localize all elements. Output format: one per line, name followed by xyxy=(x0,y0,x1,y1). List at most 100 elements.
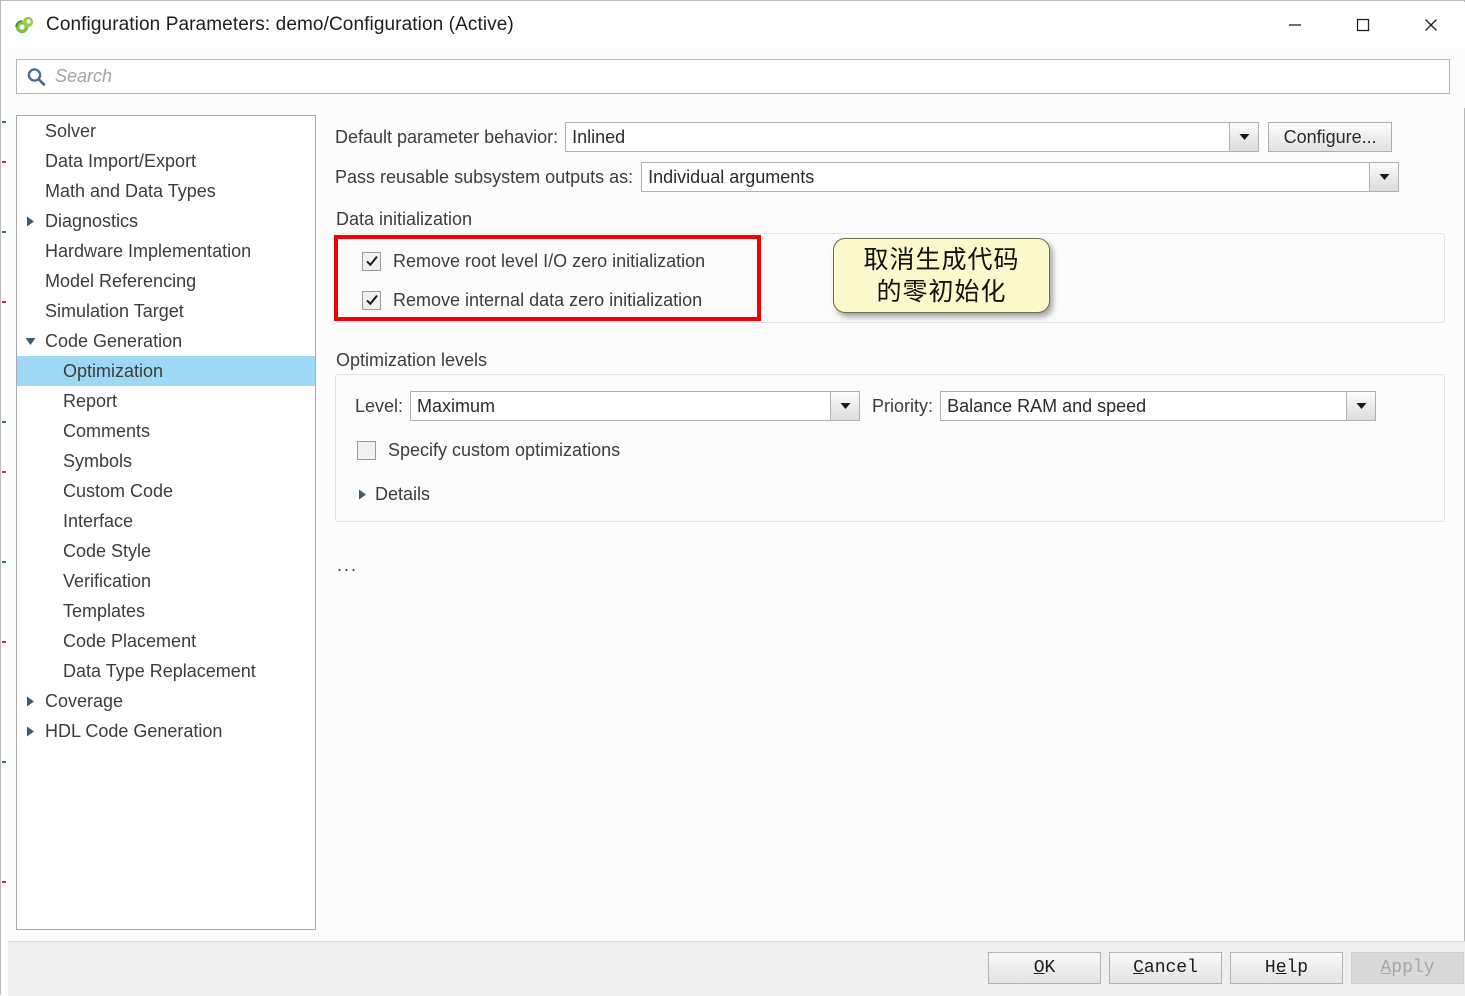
apply-button[interactable]: Apply xyxy=(1351,952,1464,984)
search-icon xyxy=(17,66,55,88)
tree-item-code-generation[interactable]: Code Generation xyxy=(17,326,315,356)
close-button[interactable] xyxy=(1397,2,1465,47)
data-initialization-title: Data initialization xyxy=(336,209,473,229)
default-parameter-behavior-combobox[interactable]: Inlined xyxy=(565,122,1260,152)
cancel-button[interactable]: Cancel xyxy=(1109,952,1222,984)
tree-item-label: Model Referencing xyxy=(45,270,197,291)
tree-item-model-referencing[interactable]: Model Referencing xyxy=(17,266,315,296)
tree-item-hardware-implementation[interactable]: Hardware Implementation xyxy=(17,236,315,266)
tree-item-label: Simulation Target xyxy=(45,300,184,321)
default-parameter-behavior-label: Default parameter behavior: xyxy=(335,126,559,147)
tree-item-label: Data Type Replacement xyxy=(63,660,256,681)
specify-custom-optimizations-row[interactable]: Specify custom optimizations xyxy=(357,435,1444,465)
tree-item-label: Templates xyxy=(63,600,146,621)
tree-item-label: Code Generation xyxy=(45,330,183,351)
tree-item-verification[interactable]: Verification xyxy=(17,566,315,596)
triangle-down-icon[interactable] xyxy=(17,337,43,346)
tree-item-data-import-export[interactable]: Data Import/Export xyxy=(17,146,315,176)
tree-item-label: Custom Code xyxy=(63,480,174,501)
edge-artifact-strip xyxy=(1,1,8,996)
optimization-level-value: Maximum xyxy=(417,395,496,416)
chevron-down-icon[interactable] xyxy=(1229,123,1259,151)
tree-item-label: Comments xyxy=(63,420,151,441)
simulink-logo-icon xyxy=(14,14,36,36)
optimization-level-combobox[interactable]: Maximum xyxy=(410,391,861,421)
remove-internal-data-zero-init-checkbox[interactable] xyxy=(362,290,381,310)
tree-item-diagnostics[interactable]: Diagnostics xyxy=(17,206,315,236)
tree-item-label: HDL Code Generation xyxy=(45,720,223,741)
configure-button[interactable]: Configure... xyxy=(1268,122,1393,152)
remove-internal-data-zero-init-label: Remove internal data zero initialization xyxy=(393,289,703,310)
tree-item-label: Report xyxy=(63,390,118,411)
dialog-footer: OK Cancel He lp Apply xyxy=(2,941,1465,996)
tree-item-math-and-data-types[interactable]: Math and Data Types xyxy=(17,176,315,206)
tree-item-templates[interactable]: Templates xyxy=(17,596,315,626)
tree-item-interface[interactable]: Interface xyxy=(17,506,315,536)
pass-reusable-subsystem-outputs-label: Pass reusable subsystem outputs as: xyxy=(335,166,634,187)
ok-button[interactable]: OK xyxy=(988,952,1101,984)
specify-custom-optimizations-label: Specify custom optimizations xyxy=(388,439,621,460)
tree-item-label: Verification xyxy=(63,570,152,591)
tree-item-coverage[interactable]: Coverage xyxy=(17,686,315,716)
overflow-indicator: ... xyxy=(337,555,359,575)
help-button[interactable]: He lp xyxy=(1230,952,1343,984)
tree-item-label: Hardware Implementation xyxy=(45,240,252,261)
tree-item-solver[interactable]: Solver xyxy=(17,116,315,146)
default-parameter-behavior-value: Inlined xyxy=(572,126,626,147)
tree-item-label: Solver xyxy=(45,120,97,141)
tree-item-code-placement[interactable]: Code Placement xyxy=(17,626,315,656)
remove-root-level-io-zero-init-checkbox[interactable] xyxy=(362,251,381,271)
settings-content-pane: Default parameter behavior: Inlined Conf… xyxy=(332,115,1450,930)
tree-item-report[interactable]: Report xyxy=(17,386,315,416)
tree-item-data-type-replacement[interactable]: Data Type Replacement xyxy=(17,656,315,686)
search-box[interactable] xyxy=(16,59,1450,94)
title-bar: Configuration Parameters: demo/Configura… xyxy=(2,2,1465,47)
tree-item-label: Data Import/Export xyxy=(45,150,197,171)
tree-item-label: Optimization xyxy=(63,360,164,381)
tree-item-label: Symbols xyxy=(63,450,133,471)
tree-item-code-style[interactable]: Code Style xyxy=(17,536,315,566)
tree-item-optimization[interactable]: Optimization xyxy=(17,356,315,386)
pass-reusable-subsystem-outputs-combobox[interactable]: Individual arguments xyxy=(641,162,1400,192)
tree-item-hdl-code-generation[interactable]: HDL Code Generation xyxy=(17,716,315,746)
pass-reusable-subsystem-outputs-value: Individual arguments xyxy=(648,166,815,187)
remove-root-level-io-zero-init-label: Remove root level I/O zero initializatio… xyxy=(393,250,706,271)
chevron-down-icon[interactable] xyxy=(1346,392,1376,420)
triangle-right-icon[interactable] xyxy=(17,216,43,227)
optimization-level-label: Level: xyxy=(355,395,404,416)
details-disclosure[interactable]: Details xyxy=(358,481,1444,507)
tree-item-custom-code[interactable]: Custom Code xyxy=(17,476,315,506)
tree-item-symbols[interactable]: Symbols xyxy=(17,446,315,476)
maximize-button[interactable] xyxy=(1329,2,1397,47)
tree-item-label: Interface xyxy=(63,510,134,531)
triangle-right-icon[interactable] xyxy=(17,696,43,707)
optimization-priority-value: Balance RAM and speed xyxy=(947,395,1147,416)
settings-tree[interactable]: Solver Data Import/Export Math and Data Ty… xyxy=(16,115,316,930)
tree-item-label: Diagnostics xyxy=(45,210,139,231)
triangle-right-icon xyxy=(358,489,367,500)
search-bar-region xyxy=(2,47,1465,108)
search-input[interactable] xyxy=(55,66,1449,87)
tree-item-simulation-target[interactable]: Simulation Target xyxy=(17,296,315,326)
window-controls xyxy=(1261,2,1465,47)
tree-item-label: Math and Data Types xyxy=(45,180,216,201)
tree-item-label: Code Style xyxy=(63,540,152,561)
window-title: Configuration Parameters: demo/Configura… xyxy=(46,13,514,35)
minimize-button[interactable] xyxy=(1261,2,1329,47)
chinese-annotation-callout: 取消生成代码 的零初始化 xyxy=(833,238,1050,313)
specify-custom-optimizations-checkbox[interactable] xyxy=(357,440,376,460)
annotation-line-2: 的零初始化 xyxy=(876,276,1007,306)
optimization-priority-combobox[interactable]: Balance RAM and speed xyxy=(940,391,1377,421)
optimization-levels-title: Optimization levels xyxy=(336,350,488,370)
optimization-priority-label: Priority: xyxy=(872,395,934,416)
chevron-down-icon[interactable] xyxy=(1369,163,1399,191)
chevron-down-icon[interactable] xyxy=(830,392,860,420)
triangle-right-icon[interactable] xyxy=(17,726,43,737)
configuration-parameters-dialog: Configuration Parameters: demo/Configura… xyxy=(0,0,1465,996)
tree-item-label: Coverage xyxy=(45,690,124,711)
tree-item-label: Code Placement xyxy=(63,630,197,651)
optimization-levels-group: Level: Maximum Priority: Balance RAM and… xyxy=(335,374,1445,522)
details-label: Details xyxy=(375,483,431,504)
annotation-line-1: 取消生成代码 xyxy=(863,245,1020,275)
tree-item-comments[interactable]: Comments xyxy=(17,416,315,446)
